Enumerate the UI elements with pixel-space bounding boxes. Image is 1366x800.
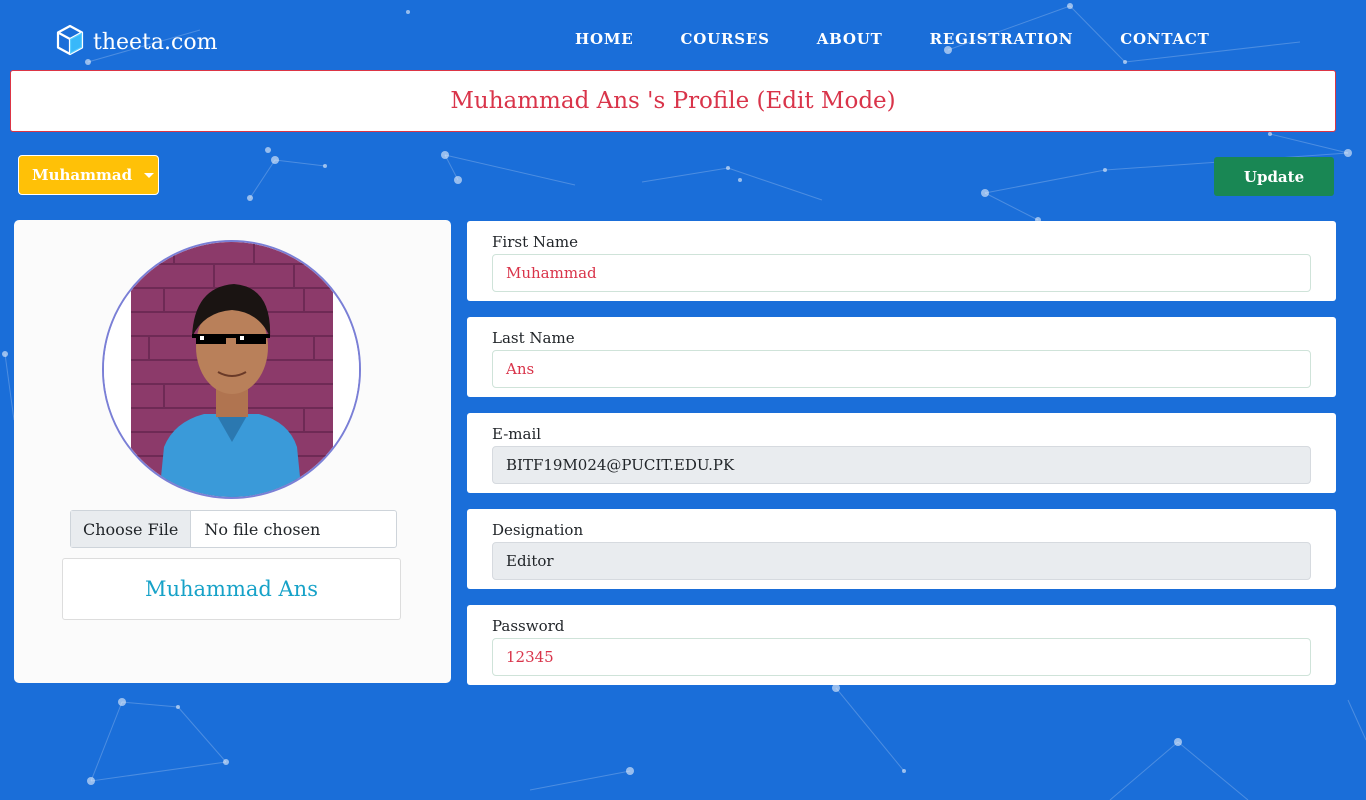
designation-card: Designation Editor (467, 509, 1336, 589)
email-field: BITF19M024@PUCIT.EDU.PK (492, 446, 1311, 484)
display-name-box: Muhammad Ans (62, 558, 401, 620)
first-name-card: First Name Muhammad (467, 221, 1336, 301)
password-card: Password 12345 (467, 605, 1336, 685)
cube-icon (55, 24, 85, 60)
nav-home[interactable]: HOME (575, 30, 633, 48)
nav-registration[interactable]: REGISTRATION (930, 30, 1074, 48)
brand-logo[interactable]: theeta.com (55, 24, 217, 60)
choose-file-button[interactable]: Choose File (71, 511, 192, 547)
last-name-input[interactable]: Ans (492, 350, 1311, 388)
nav-courses[interactable]: COURSES (680, 30, 769, 48)
nav-menu: HOME COURSES ABOUT REGISTRATION CONTACT (575, 30, 1257, 48)
user-dropdown-label: Muhammad (32, 166, 133, 184)
nav-contact[interactable]: CONTACT (1120, 30, 1209, 48)
update-button[interactable]: Update (1214, 157, 1334, 196)
last-name-card: Last Name Ans (467, 317, 1336, 397)
brand-name: theeta.com (93, 29, 218, 55)
email-label: E-mail (492, 425, 542, 443)
designation-label: Designation (492, 521, 584, 539)
email-card: E-mail BITF19M024@PUCIT.EDU.PK (467, 413, 1336, 493)
page-title: Muhammad Ans 's Profile (Edit Mode) (450, 88, 896, 114)
caret-down-icon (144, 172, 155, 178)
last-name-label: Last Name (492, 329, 575, 347)
nav-about[interactable]: ABOUT (817, 30, 883, 48)
display-name: Muhammad Ans (144, 577, 318, 601)
file-status-text: No file chosen (204, 519, 321, 539)
designation-field: Editor (492, 542, 1311, 580)
profile-card: Choose File No file chosen Muhammad Ans (14, 220, 451, 683)
page-title-box: Muhammad Ans 's Profile (Edit Mode) (10, 70, 1336, 132)
avatar-file-input[interactable]: Choose File No file chosen (70, 510, 397, 548)
user-dropdown-button[interactable]: Muhammad (18, 155, 159, 195)
first-name-input[interactable]: Muhammad (492, 254, 1311, 292)
avatar (102, 240, 361, 499)
password-input[interactable]: 12345 (492, 638, 1311, 676)
navbar: theeta.com HOME COURSES ABOUT REGISTRATI… (0, 0, 1366, 70)
profile-photo (104, 242, 359, 497)
password-label: Password (492, 617, 565, 635)
first-name-label: First Name (492, 233, 579, 251)
